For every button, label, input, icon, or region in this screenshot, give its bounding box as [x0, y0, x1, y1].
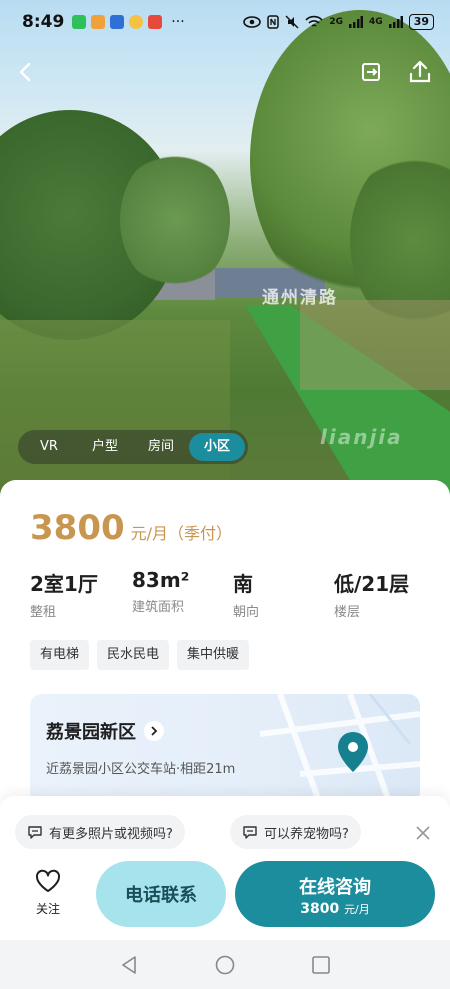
heart-icon: [35, 869, 61, 892]
signal-icon: [349, 16, 364, 28]
chat-bubble-icon: [28, 826, 42, 839]
eye-icon: [243, 16, 262, 28]
close-icon: [416, 826, 430, 840]
notification-icons: ···: [72, 14, 185, 30]
spec-area: 83m² 建筑面积: [132, 568, 189, 615]
nfc-icon: [267, 15, 280, 29]
spec-label: 朝向: [233, 605, 260, 620]
nav-back-icon[interactable]: [118, 954, 140, 976]
consult-price-row: 3800 元/月: [235, 901, 435, 917]
more-notifications-icon: ···: [171, 14, 185, 30]
back-arrow-icon: [19, 62, 31, 82]
feature-tag: 有电梯: [30, 640, 90, 670]
battery-indicator: 39: [408, 14, 434, 30]
spec-value: 南: [233, 572, 253, 596]
spec-label: 建筑面积: [132, 600, 185, 615]
phone-contact-button[interactable]: 电话联系: [96, 861, 226, 927]
community-card[interactable]: 荔景园新区 近荔景园小区公交车站·相距21m: [30, 694, 420, 804]
watermark-brand: lianjia: [320, 425, 403, 449]
quick-question-chip[interactable]: 有更多照片或视频吗?: [15, 815, 185, 849]
back-button[interactable]: [12, 56, 42, 88]
consult-price: 3800: [300, 901, 340, 917]
tab-vr[interactable]: VR: [21, 433, 77, 461]
chat-bubble-icon: [243, 826, 257, 839]
tab-rooms[interactable]: 房间: [133, 433, 189, 461]
map-pin-icon: [338, 732, 368, 772]
share-icon: [409, 60, 431, 83]
app-red-icon: [148, 15, 163, 29]
consult-price-unit: 元/月: [344, 903, 370, 916]
price-unit: 元/月（季付）: [130, 524, 233, 543]
app-blue-icon: [110, 15, 125, 29]
community-name-row[interactable]: 荔景园新区: [46, 718, 164, 744]
mute-icon: [285, 15, 299, 29]
system-nav-bar: [0, 940, 450, 989]
price-block: 3800 元/月（季付）: [30, 508, 232, 548]
nav-recents-icon[interactable]: [310, 954, 332, 976]
feature-tag: 民水民电: [97, 640, 170, 670]
chevron-right-icon: [144, 721, 164, 741]
community-name: 荔景园新区: [46, 722, 136, 743]
share-button[interactable]: [404, 56, 436, 88]
wechat-icon: [72, 15, 87, 29]
compare-button[interactable]: [356, 56, 388, 88]
tab-community[interactable]: 小区: [189, 433, 245, 461]
community-address: 近荔景园小区公交车站·相距21m: [46, 762, 236, 777]
close-questions-button[interactable]: [412, 822, 434, 844]
quick-question-text: 可以养宠物吗?: [264, 826, 349, 842]
top-nav: [0, 52, 450, 92]
feature-tags: 有电梯 民水民电 集中供暖: [30, 640, 250, 670]
network-2g-label: 2G: [329, 17, 344, 27]
media-tabs: VR 户型 房间 小区: [18, 430, 248, 464]
follow-button[interactable]: 关注: [26, 868, 70, 917]
watermark-place: 通州清路: [262, 288, 338, 308]
status-time: 8:49: [22, 12, 65, 32]
feature-tag: 集中供暖: [177, 640, 250, 670]
follow-label: 关注: [35, 902, 60, 916]
signal-icon-2: [388, 16, 403, 28]
nav-home-icon[interactable]: [214, 954, 236, 976]
spec-layout: 2室1厅 整租: [30, 568, 98, 620]
consult-label: 在线咨询: [299, 877, 371, 898]
price-value: 3800: [30, 508, 125, 548]
spec-label: 楼层: [334, 605, 361, 620]
online-consult-button[interactable]: 在线咨询 3800 元/月: [235, 861, 435, 927]
quick-question-chip[interactable]: 可以养宠物吗?: [230, 815, 361, 849]
app-orange-icon: [91, 15, 106, 29]
status-bar: 8:49 ··· 2G 4G 39: [0, 0, 450, 44]
wifi-icon: [305, 15, 323, 27]
app-avatar-icon: [129, 15, 144, 29]
compare-icon: [362, 63, 380, 81]
network-4g-label: 4G: [369, 17, 383, 27]
spec-orientation: 南 朝向: [233, 568, 259, 620]
spec-value: 2室1厅: [30, 572, 98, 596]
tab-floorplan[interactable]: 户型: [77, 433, 133, 461]
quick-question-text: 有更多照片或视频吗?: [49, 826, 173, 842]
spec-floor: 低/21层 楼层: [334, 568, 409, 620]
spec-value: 83m²: [132, 568, 190, 592]
spec-label: 整租: [30, 605, 57, 620]
spec-value: 低/21层: [334, 572, 410, 596]
